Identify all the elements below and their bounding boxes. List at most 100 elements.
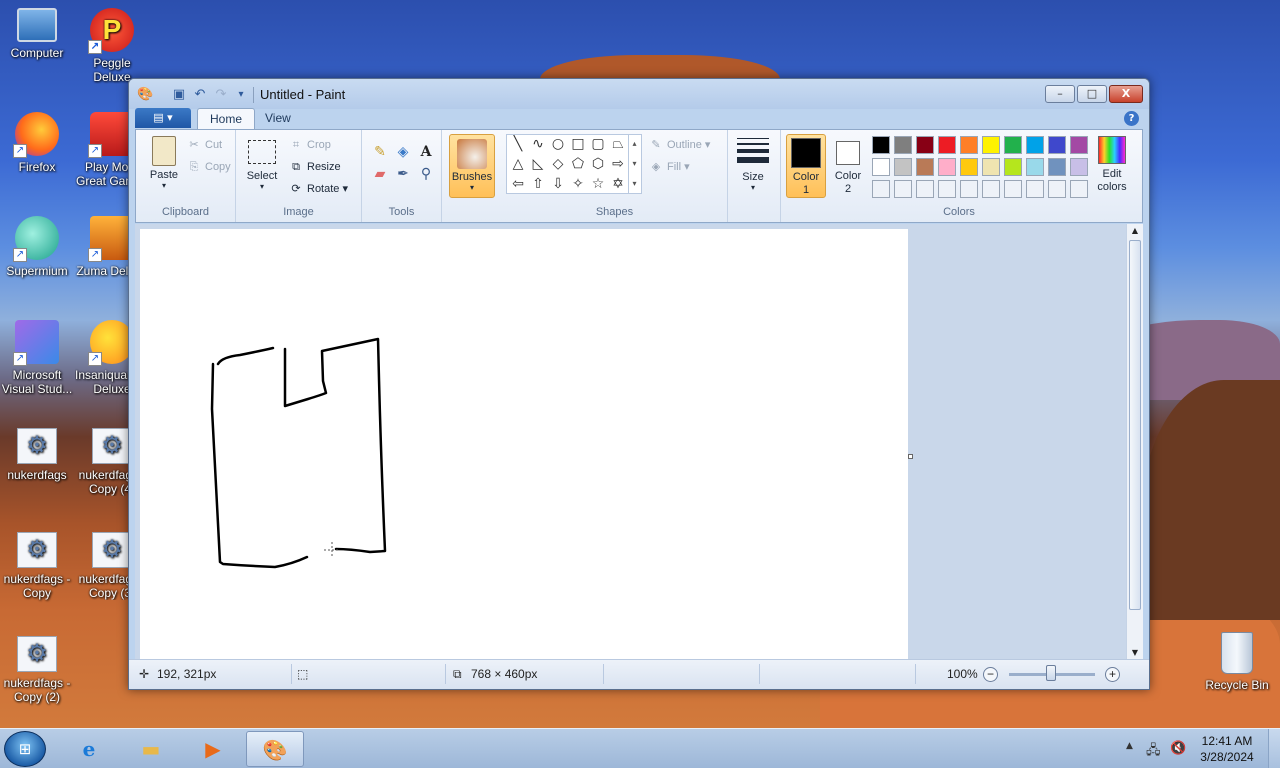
- palette-swatch[interactable]: [916, 136, 934, 154]
- cut-button[interactable]: ✂ Cut: [186, 136, 222, 154]
- paste-button[interactable]: Paste ▾: [144, 136, 184, 190]
- copy-button[interactable]: ⎘ Copy: [186, 158, 231, 176]
- shape-hexagon-icon[interactable]: ⬡: [588, 154, 608, 174]
- fill-bucket-icon[interactable]: ◈: [393, 142, 413, 162]
- shape-star5-icon[interactable]: ☆: [588, 174, 608, 194]
- tab-view[interactable]: View: [253, 108, 303, 130]
- scroll-down-icon[interactable]: ▼: [1127, 646, 1143, 660]
- scroll-up-icon[interactable]: ▲: [1127, 224, 1143, 238]
- desktop-icon-recycle-bin[interactable]: Recycle Bin: [1200, 632, 1274, 692]
- minimize-button[interactable]: –: [1045, 85, 1075, 103]
- palette-swatch[interactable]: [938, 136, 956, 154]
- resize-button[interactable]: ⧉ Resize: [288, 158, 341, 176]
- edit-colors-button[interactable]: Edit colors: [1090, 136, 1134, 194]
- magnifier-icon[interactable]: ⚲: [416, 164, 436, 184]
- help-icon[interactable]: ?: [1124, 111, 1139, 126]
- paint-app-icon[interactable]: 🎨: [137, 87, 153, 103]
- palette-swatch[interactable]: [872, 158, 890, 176]
- shape-pentagon-icon[interactable]: ⬠: [568, 154, 588, 174]
- crop-button[interactable]: ⌗ Crop: [288, 136, 331, 154]
- desktop-icon-file-3[interactable]: ⚙ nukerdfags - Copy: [0, 532, 74, 600]
- shape-arrow-right-icon[interactable]: ⇨: [608, 154, 628, 174]
- palette-swatch[interactable]: [1026, 158, 1044, 176]
- shape-star6-icon[interactable]: ✡: [608, 174, 628, 194]
- clock[interactable]: 12:41 AM 3/28/2024: [1196, 733, 1258, 765]
- canvas-resize-handle[interactable]: [908, 454, 913, 459]
- palette-swatch[interactable]: [916, 158, 934, 176]
- palette-swatch[interactable]: [1048, 180, 1066, 198]
- color1-button[interactable]: Color 1: [786, 134, 826, 198]
- desktop-icon-computer[interactable]: Computer: [0, 8, 74, 60]
- palette-swatch[interactable]: [1004, 180, 1022, 198]
- shape-rounded-rectangle-icon[interactable]: ▢: [588, 134, 608, 154]
- palette-swatch[interactable]: [1070, 136, 1088, 154]
- text-icon[interactable]: A: [416, 142, 436, 162]
- file-menu-button[interactable]: ▤ ▾: [135, 108, 191, 128]
- shape-right-triangle-icon[interactable]: ◺: [528, 154, 548, 174]
- color-picker-icon[interactable]: ✒: [393, 164, 413, 184]
- title-bar[interactable]: 🎨 ▣ ↶ ↷ ▾ Untitled - Paint – □ X: [129, 79, 1149, 109]
- desktop-icon-visual-studio[interactable]: ↗ Microsoft Visual Stud...: [0, 320, 74, 396]
- shape-oval-icon[interactable]: ○: [548, 134, 568, 154]
- zoom-slider-thumb[interactable]: [1046, 665, 1056, 681]
- desktop-icon-peggle[interactable]: P ↗ Peggle Deluxe: [75, 8, 149, 84]
- desktop-icon-file-5[interactable]: ⚙ nukerdfags - Copy (2): [0, 636, 74, 704]
- palette-swatch[interactable]: [872, 180, 890, 198]
- taskbar-paint[interactable]: 🎨: [246, 731, 304, 767]
- desktop-icon-file-1[interactable]: ⚙ nukerdfags: [0, 428, 74, 482]
- shape-arrow-left-icon[interactable]: ⇦: [508, 174, 528, 194]
- rotate-button[interactable]: ⟳ Rotate ▾: [288, 180, 348, 198]
- palette-swatch[interactable]: [960, 158, 978, 176]
- palette-swatch[interactable]: [960, 180, 978, 198]
- palette-swatch[interactable]: [938, 158, 956, 176]
- customize-qat-icon[interactable]: ▾: [233, 87, 249, 103]
- show-hidden-icons-icon[interactable]: ▲: [1126, 741, 1133, 751]
- taskbar-file-explorer[interactable]: ▬: [122, 731, 180, 767]
- taskbar-media-player[interactable]: ▶: [184, 731, 242, 767]
- shape-curve-icon[interactable]: ∿: [528, 134, 548, 154]
- maximize-button[interactable]: □: [1077, 85, 1107, 103]
- fill-button[interactable]: ◈ Fill ▾: [648, 158, 690, 176]
- zoom-out-button[interactable]: −: [983, 667, 998, 682]
- shape-arrow-up-icon[interactable]: ⇧: [528, 174, 548, 194]
- palette-swatch[interactable]: [872, 136, 890, 154]
- shapes-scroll[interactable]: ▴ ▾ ▾: [628, 134, 640, 194]
- start-button[interactable]: ⊞: [4, 731, 46, 767]
- palette-swatch[interactable]: [1026, 136, 1044, 154]
- redo-icon[interactable]: ↷: [213, 87, 229, 103]
- select-button[interactable]: Select ▾: [242, 136, 282, 191]
- shape-diamond-icon[interactable]: ◇: [548, 154, 568, 174]
- taskbar-internet-explorer[interactable]: e: [60, 731, 118, 767]
- shape-star4-icon[interactable]: ✧: [568, 174, 588, 194]
- volume-muted-icon[interactable]: 🔇: [1170, 741, 1186, 756]
- drawing-canvas[interactable]: [140, 229, 908, 660]
- palette-swatch[interactable]: [1048, 158, 1066, 176]
- vertical-scrollbar[interactable]: ▲ ▼: [1126, 224, 1143, 660]
- zoom-in-button[interactable]: +: [1105, 667, 1120, 682]
- palette-swatch[interactable]: [894, 158, 912, 176]
- show-desktop-button[interactable]: [1268, 729, 1280, 768]
- palette-swatch[interactable]: [1004, 158, 1022, 176]
- palette-swatch[interactable]: [982, 158, 1000, 176]
- size-button[interactable]: Size ▾: [732, 136, 774, 192]
- desktop-icon-firefox[interactable]: ↗ Firefox: [0, 112, 74, 174]
- outline-button[interactable]: ✎ Outline ▾: [648, 136, 710, 154]
- palette-swatch[interactable]: [1070, 180, 1088, 198]
- brushes-button[interactable]: Brushes ▾: [449, 134, 495, 198]
- palette-swatch[interactable]: [894, 180, 912, 198]
- palette-swatch[interactable]: [1004, 136, 1022, 154]
- shape-line-icon[interactable]: ╲: [508, 134, 528, 154]
- eraser-icon[interactable]: ▰: [370, 164, 390, 184]
- desktop-icon-supermium[interactable]: ↗ Supermium: [0, 216, 74, 278]
- shape-rectangle-icon[interactable]: □: [568, 134, 588, 154]
- pencil-icon[interactable]: ✎: [370, 142, 390, 162]
- palette-swatch[interactable]: [1026, 180, 1044, 198]
- network-icon[interactable]: 🖧: [1146, 741, 1161, 763]
- palette-swatch[interactable]: [1070, 158, 1088, 176]
- save-icon[interactable]: ▣: [171, 87, 187, 103]
- shape-polygon-icon[interactable]: ⏢: [608, 134, 628, 154]
- shape-triangle-icon[interactable]: △: [508, 154, 528, 174]
- close-button[interactable]: X: [1109, 85, 1143, 103]
- scrollbar-thumb[interactable]: [1129, 240, 1141, 610]
- tab-home[interactable]: Home: [197, 108, 256, 130]
